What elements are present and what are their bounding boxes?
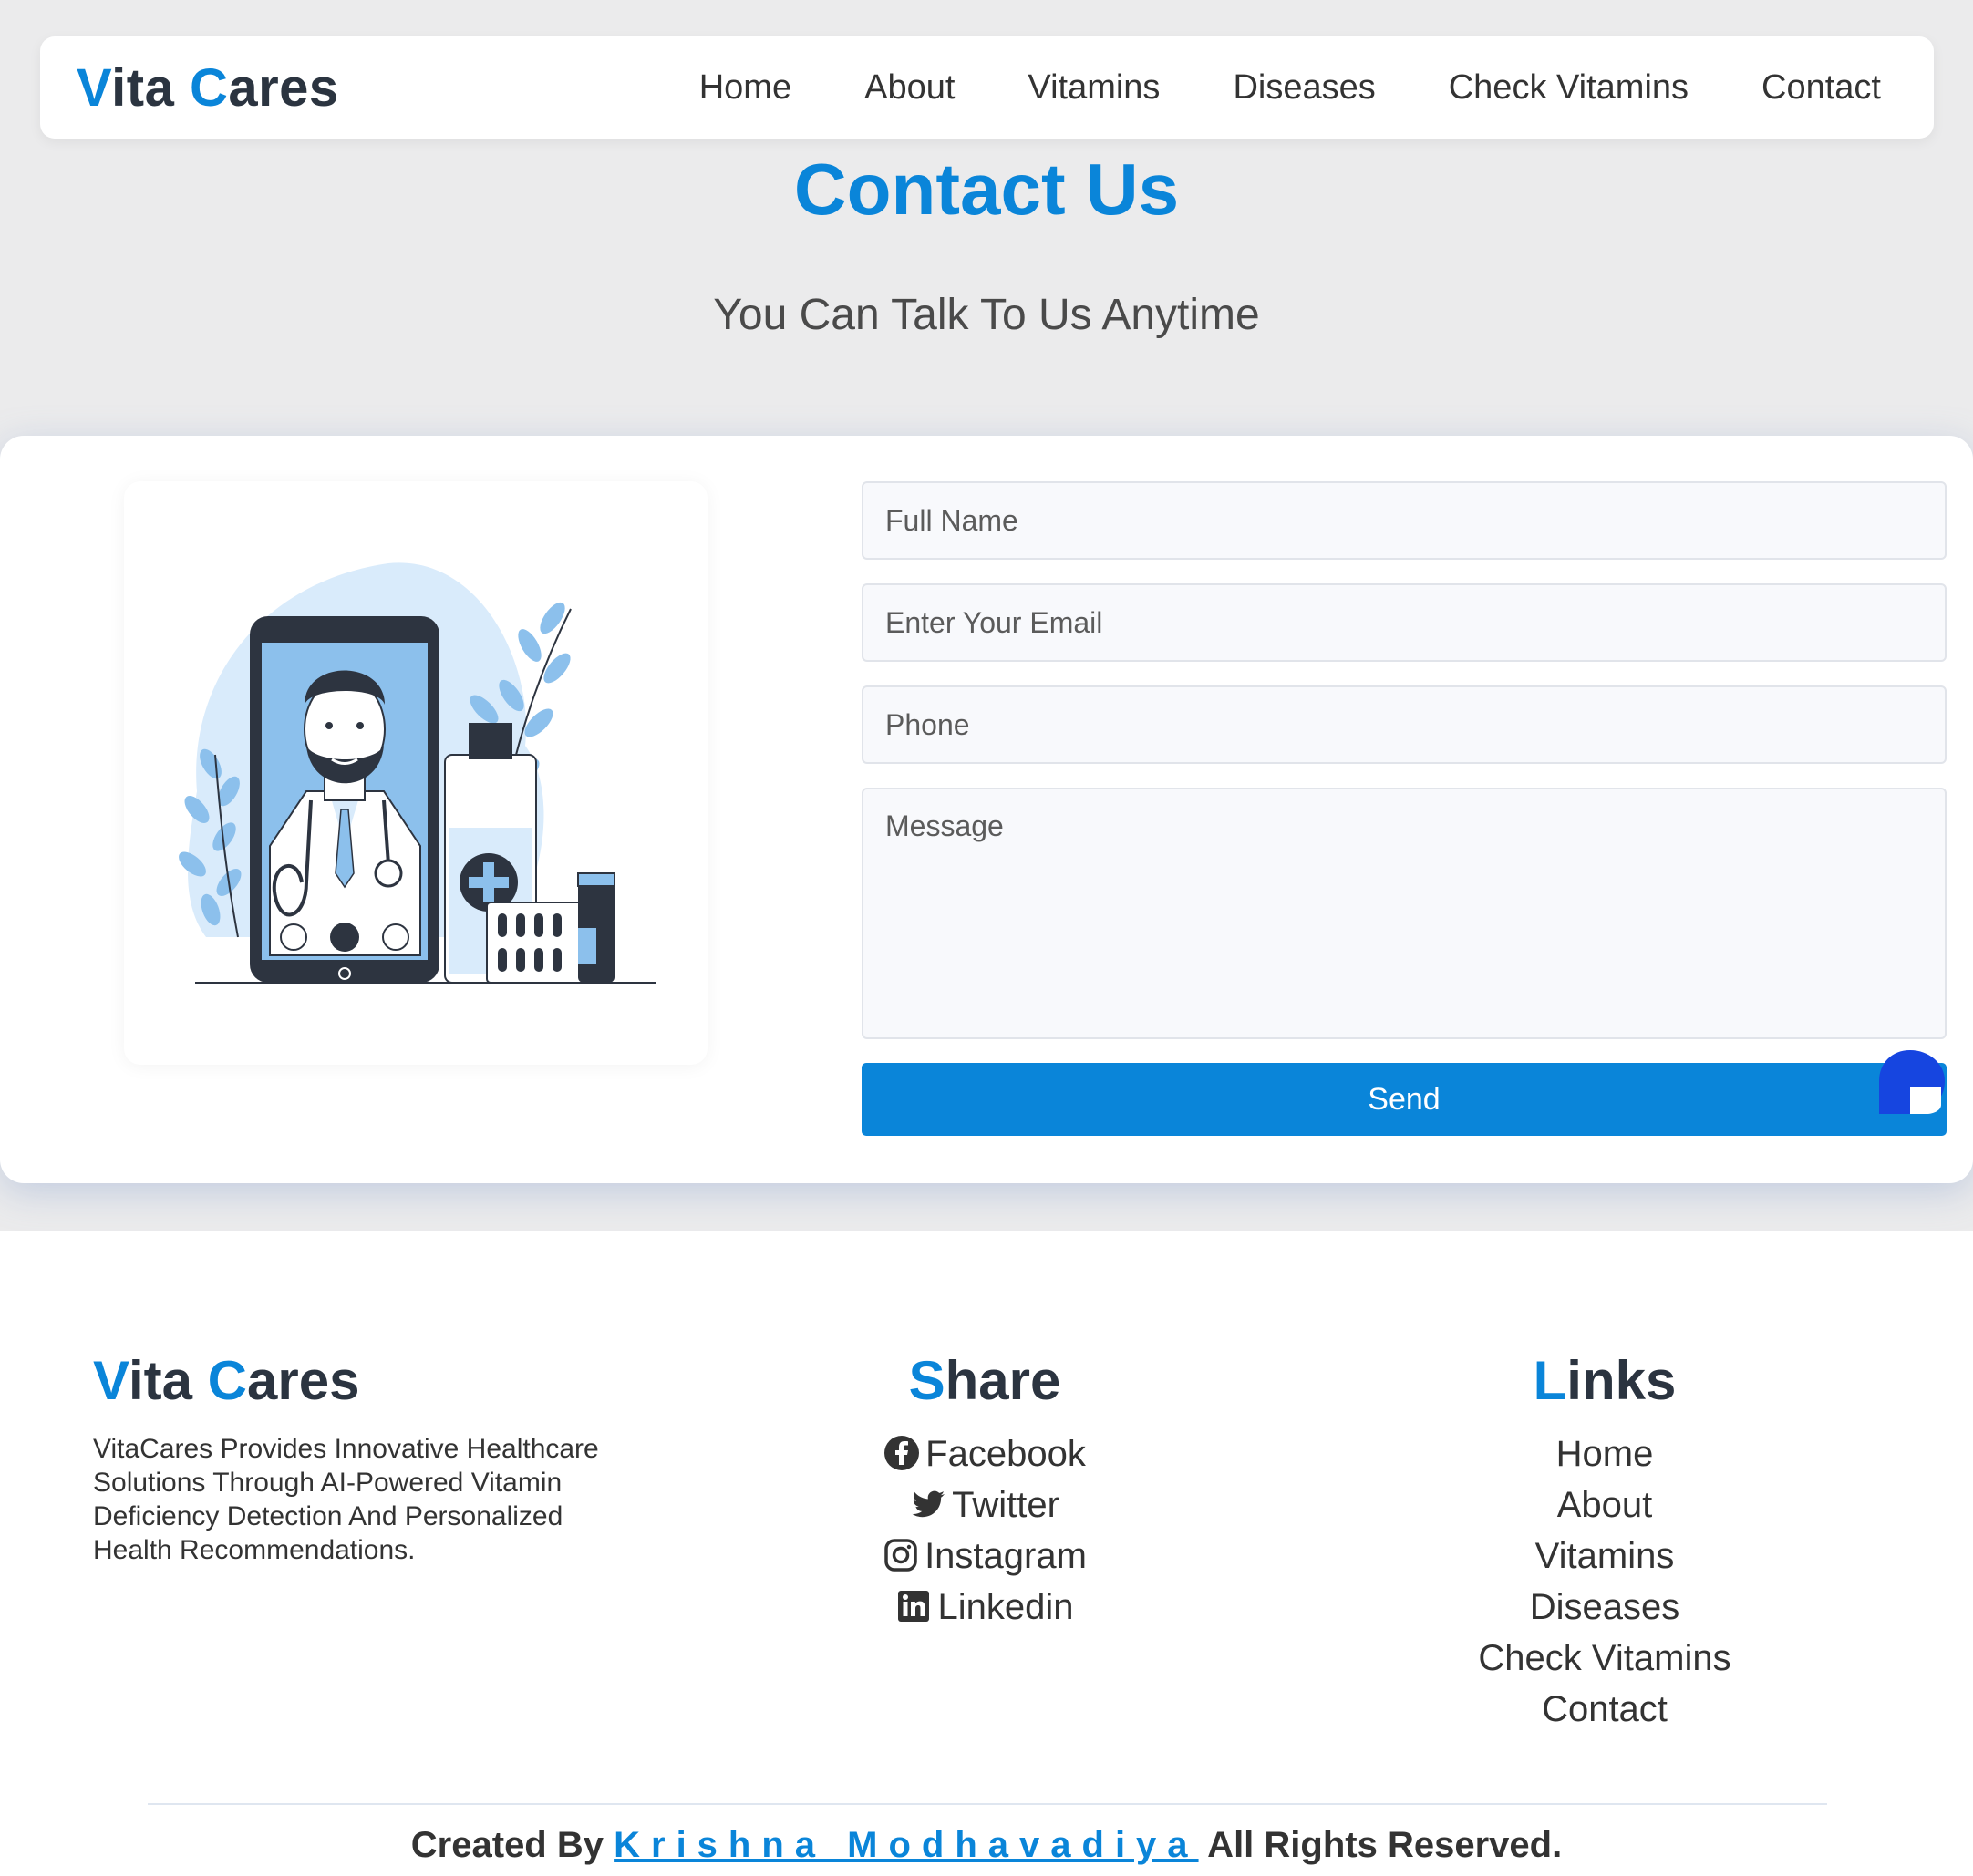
links-heading: Links	[1422, 1349, 1787, 1412]
contact-card: Send	[0, 436, 1973, 1183]
twitter-icon	[912, 1490, 945, 1518]
logo-initial-v: V	[77, 57, 112, 118]
linkedin-icon	[898, 1591, 930, 1622]
share-twitter[interactable]: Twitter	[848, 1479, 1121, 1531]
share-heading-rest: hare	[945, 1350, 1061, 1411]
share-facebook[interactable]: Facebook	[848, 1428, 1121, 1479]
footer-brand-text-ares: ares	[246, 1350, 360, 1411]
footer-link-about[interactable]: About	[1422, 1479, 1787, 1531]
links-heading-initial: L	[1533, 1350, 1567, 1411]
page-title: Contact Us	[793, 149, 1180, 230]
nav-home[interactable]: Home	[699, 68, 791, 108]
send-button[interactable]: Send	[862, 1050, 1947, 1136]
phone-input[interactable]	[862, 685, 1947, 764]
footer-brand-text-ita: ita	[128, 1350, 192, 1411]
navbar: Vita Cares Home About Vitamins Diseases …	[40, 36, 1934, 139]
footer-credits: Created By Krishna Modhavadiya All Right…	[0, 1825, 1973, 1866]
full-name-input[interactable]	[862, 481, 1947, 560]
email-input[interactable]	[862, 583, 1947, 662]
share-linkedin[interactable]: Linkedin	[848, 1582, 1121, 1633]
footer-link-check-vitamins[interactable]: Check Vitamins	[1422, 1633, 1787, 1684]
share-instagram[interactable]: Instagram	[848, 1531, 1121, 1582]
share-heading-initial: S	[908, 1350, 945, 1411]
facebook-icon	[884, 1436, 920, 1470]
nav-diseases[interactable]: Diseases	[1233, 68, 1375, 108]
footer-links: Links Home About Vitamins Diseases Check…	[1422, 1349, 1787, 1735]
links-heading-rest: inks	[1566, 1350, 1677, 1411]
page-subtitle: You Can Talk To Us Anytime	[713, 291, 1260, 339]
share-instagram-label: Instagram	[925, 1536, 1087, 1576]
logo-text-ita: ita	[111, 57, 175, 118]
footer-link-diseases[interactable]: Diseases	[1422, 1582, 1787, 1633]
footer-brand[interactable]: Vita Cares	[93, 1349, 640, 1412]
nav-check-vitamins[interactable]: Check Vitamins	[1449, 68, 1689, 108]
logo-initial-c: C	[189, 57, 229, 118]
share-heading: Share	[848, 1349, 1121, 1412]
links-list: Home About Vitamins Diseases Check Vitam…	[1422, 1428, 1787, 1735]
share-facebook-label: Facebook	[925, 1434, 1086, 1474]
footer-divider	[148, 1803, 1827, 1805]
footer-brand-initial-c: C	[207, 1350, 247, 1411]
credits-prefix: Created By	[410, 1825, 615, 1865]
footer: Vita Cares VitaCares Provides Innovative…	[0, 1231, 1973, 1876]
footer-brand-initial-v: V	[93, 1350, 129, 1411]
footer-link-contact[interactable]: Contact	[1422, 1684, 1787, 1735]
footer-link-home[interactable]: Home	[1422, 1428, 1787, 1479]
logo[interactable]: Vita Cares	[77, 57, 339, 119]
nav-about[interactable]: About	[864, 68, 955, 108]
main-nav: Home About Vitamins Diseases Check Vitam…	[699, 68, 1881, 108]
chat-icon[interactable]	[1874, 1046, 1947, 1119]
message-textarea[interactable]	[862, 788, 1947, 1039]
credits-suffix: All Rights Reserved.	[1198, 1825, 1563, 1865]
contact-form: Send	[862, 481, 1947, 1136]
share-list: Facebook Twitter Instagram Linkedin	[848, 1428, 1121, 1633]
instagram-icon	[884, 1539, 917, 1572]
footer-share: Share Facebook Twitter Instagram Linkedi…	[848, 1349, 1121, 1633]
send-button-label: Send	[1368, 1081, 1441, 1117]
share-twitter-label: Twitter	[952, 1485, 1059, 1525]
nav-vitamins[interactable]: Vitamins	[1028, 68, 1160, 108]
footer-about-text: VitaCares Provides Innovative Healthcare…	[93, 1434, 599, 1565]
footer-link-vitamins[interactable]: Vitamins	[1422, 1531, 1787, 1582]
author-link[interactable]: Krishna Modhavadiya	[614, 1825, 1198, 1865]
doctor-phone-illustration	[179, 562, 656, 984]
nav-contact[interactable]: Contact	[1761, 68, 1881, 108]
doctor-illustration	[124, 481, 708, 1065]
share-linkedin-label: Linkedin	[937, 1587, 1074, 1627]
footer-about: Vita Cares VitaCares Provides Innovative…	[93, 1349, 640, 1567]
logo-text-ares: ares	[228, 57, 339, 118]
